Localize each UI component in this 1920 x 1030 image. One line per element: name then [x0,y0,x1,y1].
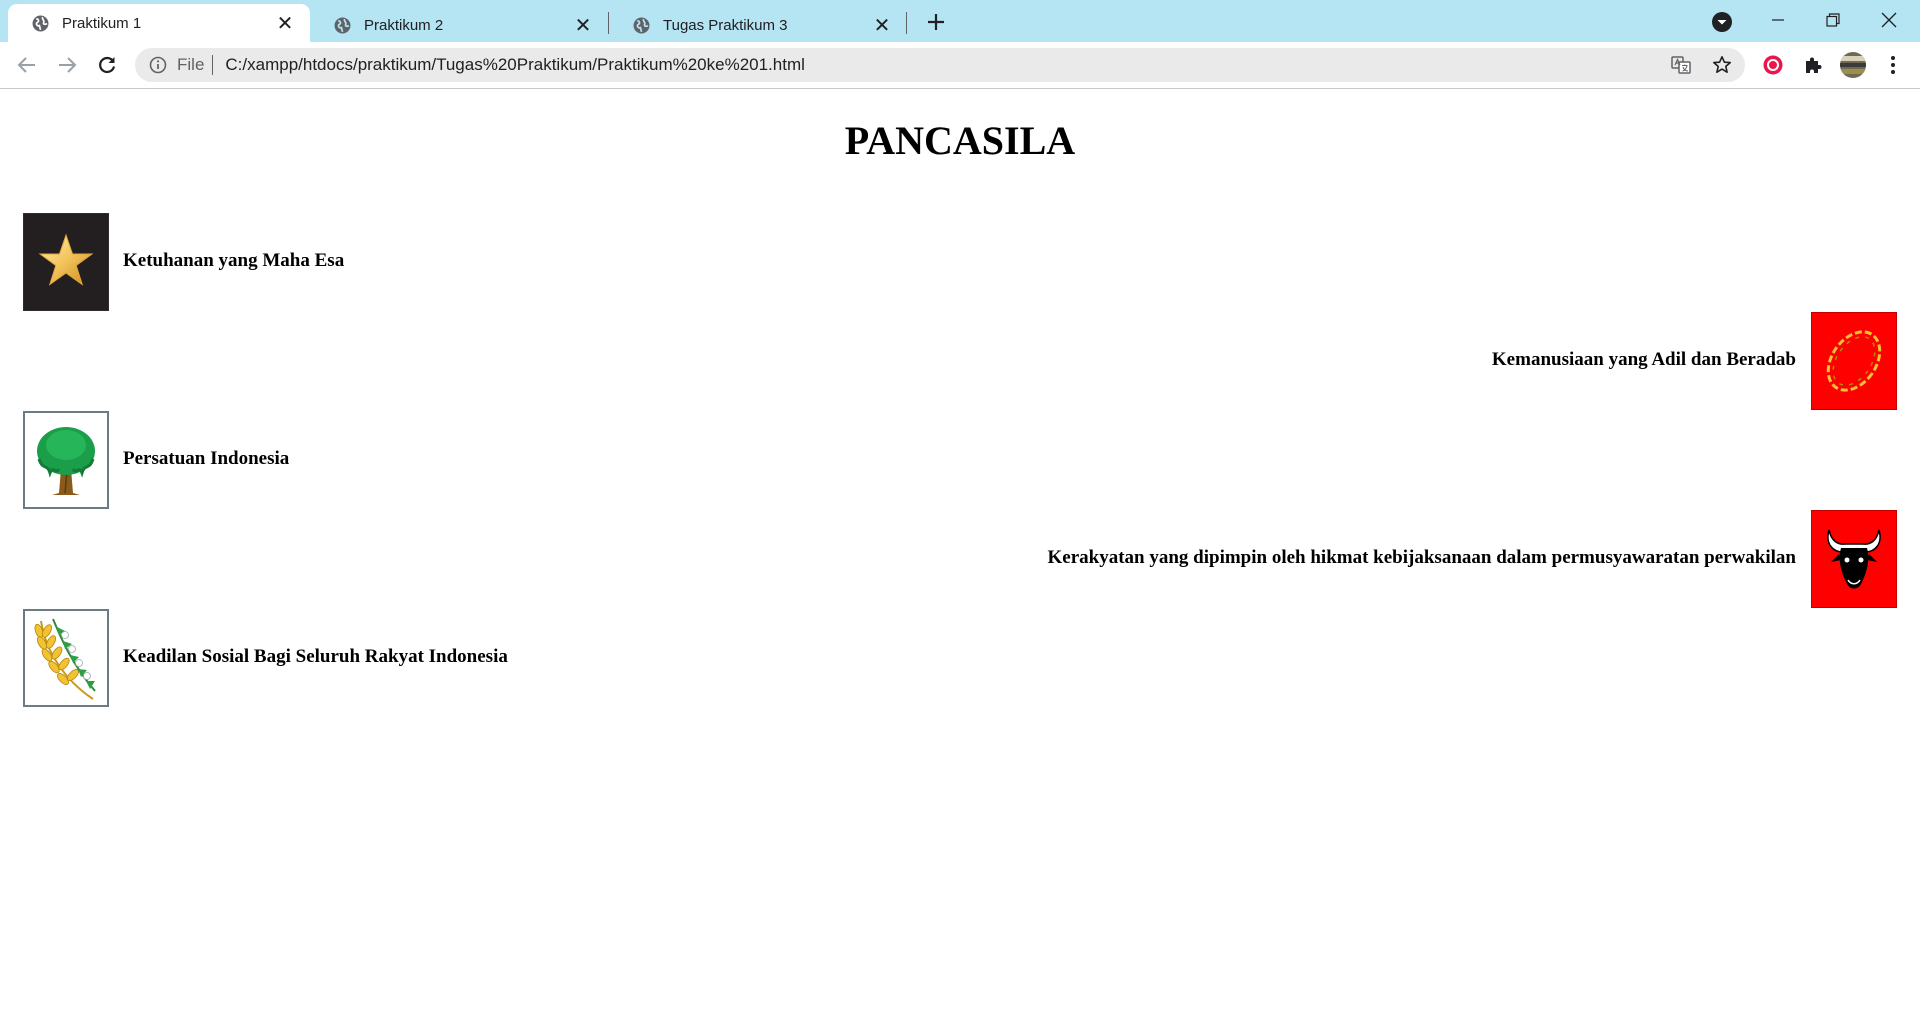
sila-row-5: Keadilan Sosial Bagi Seluruh Rakyat Indo… [0,609,1920,709]
star-icon [1713,56,1731,73]
tab-praktikum-1[interactable]: Praktikum 1 ✕ [8,4,310,42]
close-icon[interactable]: ✕ [274,12,296,35]
chain-emblem [1811,312,1897,410]
globe-icon [334,17,351,33]
tab-title: Praktikum 2 [364,16,444,34]
tab-tugas-praktikum-3[interactable]: Tugas Praktikum 3 ✕ [609,8,907,42]
minimize-button[interactable] [1755,0,1801,40]
star-emblem [23,213,109,311]
restore-icon [1826,13,1840,27]
rice-cotton-emblem [23,609,109,707]
plus-icon [928,14,944,30]
back-button[interactable] [11,49,43,81]
puzzle-icon [1806,57,1822,73]
banyan-tree-emblem [23,411,109,509]
tab-strip: Praktikum 1 ✕ Praktikum 2 ✕ Tugas Prakti… [0,0,1920,42]
tab-search-button[interactable] [1710,10,1734,34]
close-icon[interactable]: ✕ [572,14,594,37]
sila-row-2: Kemanusiaan yang Adil dan Beradab [0,312,1920,412]
translate-button[interactable] [1666,50,1696,80]
close-icon[interactable]: ✕ [871,14,893,37]
chevron-down-icon [1712,12,1732,32]
extensions-button[interactable] [1798,50,1828,80]
browser-menu-button[interactable] [1878,50,1908,80]
tab-separator [906,12,907,34]
sila-text: Persatuan Indonesia [123,448,290,469]
restore-button[interactable] [1810,0,1856,40]
page-content: PANCASILA Ketuhanan yang Maha Esa Kemanu… [0,89,1920,1030]
close-icon [1881,12,1897,28]
kebab-menu-icon [1891,56,1895,74]
minimize-icon [1772,19,1784,21]
sila-text: Ketuhanan yang Maha Esa [123,250,345,271]
sila-text: Kerakyatan yang dipimpin oleh hikmat keb… [1047,547,1796,568]
record-icon [1763,55,1783,75]
tab-title: Praktikum 1 [62,14,142,32]
bookmark-button[interactable] [1707,50,1737,80]
close-window-button[interactable] [1866,0,1912,40]
sila-row-3: Persatuan Indonesia [0,411,1920,511]
browser-toolbar: File C:/xampp/htdocs/praktikum/Tugas%20P… [0,42,1920,89]
reload-button[interactable] [91,49,123,81]
forward-arrow-icon [59,57,77,73]
url-text[interactable]: C:/xampp/htdocs/praktikum/Tugas%20Prakti… [225,55,805,75]
translate-icon [1671,56,1691,74]
reload-icon [99,56,116,74]
tab-title: Tugas Praktikum 3 [663,16,788,34]
scheme-divider [212,55,214,75]
bull-head-emblem [1811,510,1897,608]
info-icon[interactable] [149,56,167,74]
globe-icon [32,15,49,31]
extension-record-button[interactable] [1758,50,1788,80]
sila-text: Kemanusiaan yang Adil dan Beradab [1491,349,1796,370]
tab-praktikum-2[interactable]: Praktikum 2 ✕ [310,8,608,42]
address-bar[interactable]: File C:/xampp/htdocs/praktikum/Tugas%20P… [135,48,1745,82]
page-title: PANCASILA [844,118,1076,163]
new-tab-button[interactable] [920,8,952,36]
sila-text: Keadilan Sosial Bagi Seluruh Rakyat Indo… [123,646,508,667]
back-arrow-icon [17,57,35,73]
forward-button[interactable] [51,49,83,81]
globe-icon [633,17,650,33]
sila-row-4: Kerakyatan yang dipimpin oleh hikmat keb… [0,510,1920,610]
avatar [1840,52,1866,78]
profile-avatar[interactable] [1838,50,1868,80]
sila-row-1: Ketuhanan yang Maha Esa [0,213,1920,313]
scheme-label: File [177,55,205,74]
